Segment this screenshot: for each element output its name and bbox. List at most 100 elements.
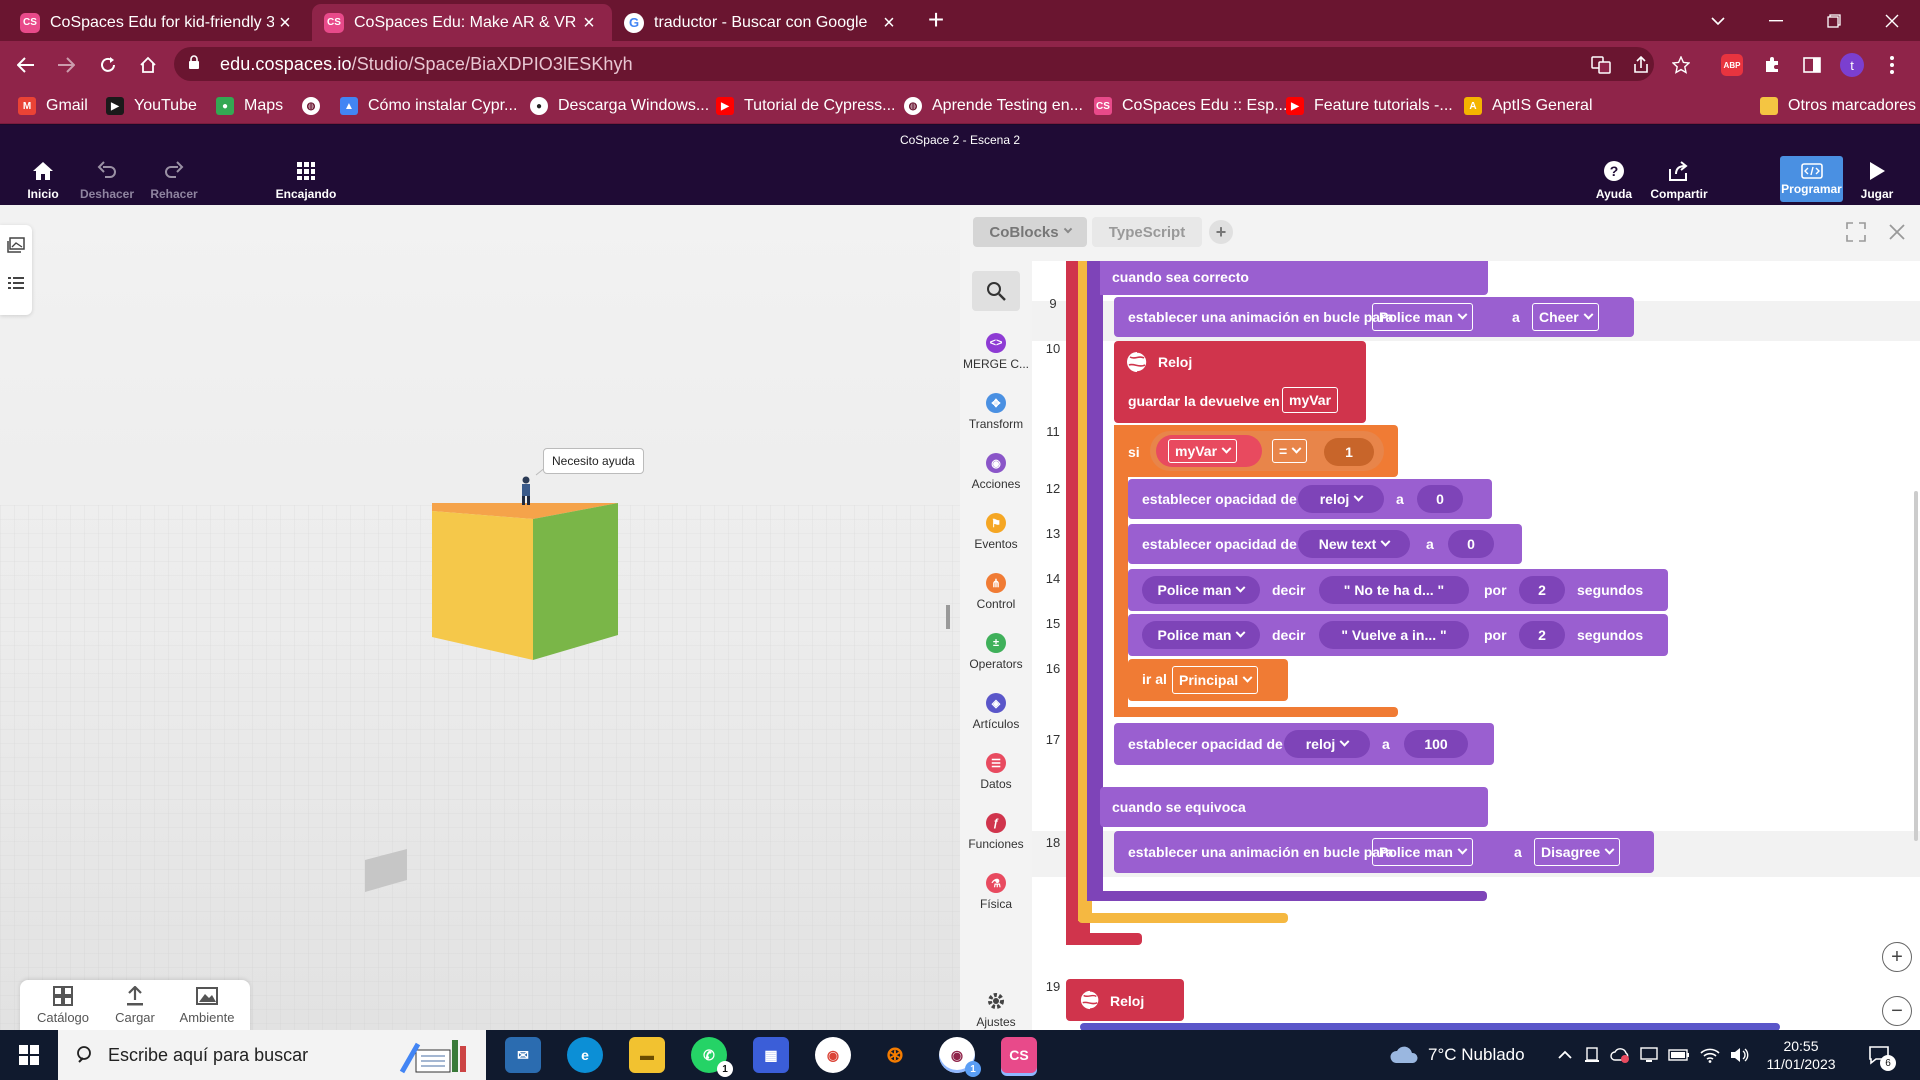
- close-tab-icon[interactable]: ×: [878, 13, 900, 33]
- minimize-icon[interactable]: [1748, 0, 1804, 41]
- share-page-icon[interactable]: [1625, 49, 1657, 81]
- windows-start-icon[interactable]: [19, 1045, 39, 1065]
- category-functions[interactable]: ƒ Funciones: [960, 813, 1032, 851]
- number-input[interactable]: 1: [1324, 438, 1374, 466]
- fullscreen-icon[interactable]: [1846, 222, 1866, 242]
- say-text-input[interactable]: " No te ha d... ": [1319, 576, 1469, 604]
- category-transform[interactable]: ✥ Transform: [960, 393, 1032, 431]
- bookmark-aptis[interactable]: A AptIS General: [1464, 94, 1593, 118]
- bookmark-star-icon[interactable]: [1665, 49, 1697, 81]
- translate-icon[interactable]: [1585, 49, 1617, 81]
- category-control[interactable]: ⋔ Control: [960, 573, 1032, 611]
- play-button[interactable]: Jugar: [1842, 159, 1912, 201]
- panel-resize-handle[interactable]: [946, 605, 950, 629]
- whatsapp-icon[interactable]: ✆ 1: [691, 1037, 733, 1077]
- battery-icon[interactable]: [1668, 1049, 1690, 1061]
- cheer-dropdown[interactable]: Cheer: [1532, 303, 1599, 331]
- gallery-icon[interactable]: [7, 237, 25, 253]
- bookmark-testing[interactable]: ◍ Aprende Testing en...: [904, 94, 1083, 118]
- tab-search-icon[interactable]: [1690, 0, 1746, 41]
- redo-button[interactable]: Rehacer: [139, 159, 209, 201]
- speech-bubble[interactable]: Necesito ayuda: [543, 448, 644, 474]
- opacity-value[interactable]: 100: [1404, 730, 1468, 758]
- side-panel-icon[interactable]: [1796, 49, 1828, 81]
- close-tab-icon[interactable]: ×: [274, 13, 296, 33]
- forward-icon[interactable]: [50, 49, 82, 81]
- bookmark-feature[interactable]: ▶ Feature tutorials -...: [1286, 94, 1453, 118]
- snapping-button[interactable]: Encajando: [271, 159, 341, 201]
- zoom-in-button[interactable]: +: [1882, 942, 1912, 972]
- new-text-dropdown[interactable]: New text: [1298, 530, 1410, 558]
- category-physics[interactable]: ⚗ Física: [960, 873, 1032, 911]
- opacity-value[interactable]: 0: [1417, 485, 1463, 513]
- reload-icon[interactable]: [92, 49, 124, 81]
- restore-icon[interactable]: [1806, 0, 1862, 41]
- blender-icon[interactable]: ⊛: [877, 1037, 913, 1073]
- close-panel-icon[interactable]: [1889, 224, 1905, 240]
- disagree-dropdown[interactable]: Disagree: [1534, 838, 1621, 866]
- blocks-workspace[interactable]: 9 10 11 12 13 14 15 16 17 18 19 cuando s…: [1032, 261, 1920, 1030]
- bookmark-maps[interactable]: ● Maps: [216, 94, 283, 118]
- operator-dropdown[interactable]: =: [1272, 439, 1308, 463]
- home-page-icon[interactable]: [132, 49, 164, 81]
- undo-button[interactable]: Deshacer: [72, 159, 142, 201]
- add-script-button[interactable]: +: [1209, 220, 1233, 244]
- back-icon[interactable]: [10, 49, 42, 81]
- opacity-value[interactable]: 0: [1448, 530, 1494, 558]
- cube-yellow-face[interactable]: [432, 511, 533, 660]
- weather-widget[interactable]: 7°C Nublado: [1388, 1030, 1525, 1080]
- adblock-extension-icon[interactable]: ABP: [1716, 49, 1748, 81]
- catalog-button[interactable]: Catálogo: [28, 986, 98, 1025]
- bookmark-cypress[interactable]: ▲ Cómo instalar Cypr...: [340, 94, 517, 118]
- chrome-icon[interactable]: ◉: [815, 1037, 851, 1073]
- category-merge-cube[interactable]: <> MERGE C...: [960, 333, 1032, 371]
- help-button[interactable]: ? Ayuda: [1579, 159, 1649, 201]
- close-window-icon[interactable]: [1864, 0, 1920, 41]
- browser-tab[interactable]: CS CoSpaces Edu for kid-friendly 3D ×: [8, 4, 308, 41]
- clock[interactable]: 20:55 11/01/2023: [1756, 1030, 1846, 1080]
- category-data[interactable]: ☰ Datos: [960, 753, 1032, 791]
- scene-dropdown[interactable]: Principal: [1172, 666, 1259, 694]
- home-button[interactable]: Inicio: [8, 159, 78, 201]
- extensions-puzzle-icon[interactable]: [1756, 49, 1788, 81]
- address-bar[interactable]: edu.cospaces.io/Studio/Space/BiaXDPIO3lE…: [174, 47, 1654, 81]
- other-bookmarks[interactable]: Otros marcadores: [1760, 94, 1916, 118]
- reloj-dropdown[interactable]: reloj: [1284, 730, 1370, 758]
- category-actions[interactable]: ◉ Acciones: [960, 453, 1032, 491]
- display-icon[interactable]: [1640, 1047, 1658, 1063]
- taskbar-search-box[interactable]: Escribe aquí para buscar: [58, 1030, 486, 1080]
- category-items[interactable]: ◈ Artículos: [960, 693, 1032, 731]
- new-tab-button[interactable]: +: [922, 6, 950, 34]
- upload-button[interactable]: Cargar: [100, 986, 170, 1025]
- file-explorer-icon[interactable]: ▬: [629, 1037, 665, 1073]
- device-icon[interactable]: [1584, 1047, 1600, 1063]
- bookmark-tutorial[interactable]: ▶ Tutorial de Cypress...: [716, 94, 895, 118]
- duration-input[interactable]: 2: [1519, 621, 1565, 649]
- police-man-figure[interactable]: [522, 476, 530, 506]
- block-search-button[interactable]: [972, 271, 1020, 311]
- say-text-input[interactable]: " Vuelve a in... ": [1319, 621, 1469, 649]
- lock-icon[interactable]: [188, 55, 206, 73]
- zoom-out-button[interactable]: −: [1882, 996, 1912, 1026]
- volume-icon[interactable]: [1730, 1047, 1750, 1063]
- category-events[interactable]: ⚑ Eventos: [960, 513, 1032, 551]
- bookmark-gmail[interactable]: M Gmail: [18, 94, 88, 118]
- police-man-dropdown[interactable]: Police man: [1372, 303, 1473, 331]
- scene-viewport[interactable]: Necesito ayuda Catálogo Cargar Ambiente: [0, 205, 960, 1030]
- code-mode-button[interactable]: Programar: [1780, 156, 1843, 202]
- store-app-icon[interactable]: ▦: [753, 1037, 789, 1073]
- police-man-dropdown[interactable]: Police man: [1372, 838, 1473, 866]
- cloud-sync-icon[interactable]: [1610, 1047, 1630, 1063]
- share-button[interactable]: Compartir: [1644, 159, 1714, 201]
- wifi-icon[interactable]: [1700, 1047, 1720, 1063]
- mail-app-icon[interactable]: ✉: [505, 1037, 541, 1073]
- tab-typescript[interactable]: TypeScript: [1092, 217, 1202, 247]
- settings-button[interactable]: Ajustes: [960, 991, 1032, 1029]
- category-operators[interactable]: ± Operators: [960, 633, 1032, 671]
- edge-browser-icon[interactable]: e: [567, 1037, 603, 1073]
- gray-tile[interactable]: [365, 849, 407, 892]
- duration-input[interactable]: 2: [1519, 576, 1565, 604]
- notifications-button[interactable]: 6: [1868, 1030, 1906, 1080]
- workspace-scrollbar[interactable]: [1914, 491, 1918, 841]
- profile-avatar[interactable]: t: [1836, 49, 1868, 81]
